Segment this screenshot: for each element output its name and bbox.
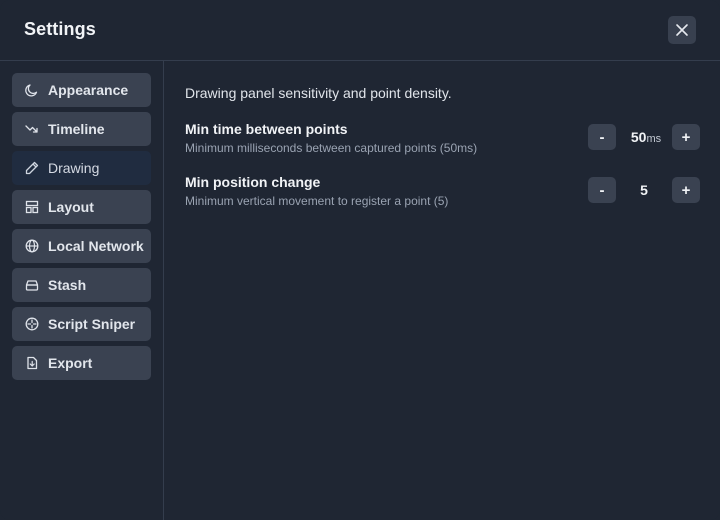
settings-dialog: Settings Appearance Timeline Drawing Lay…	[0, 0, 720, 520]
setting-subtitle: Minimum milliseconds between captured po…	[185, 141, 478, 155]
sidebar-item-timeline[interactable]: Timeline	[12, 112, 151, 146]
sidebar-item-layout[interactable]: Layout	[12, 190, 151, 224]
sidebar-item-script-sniper[interactable]: Script Sniper	[12, 307, 151, 341]
min-position-value: 5	[622, 182, 666, 198]
crosshair-icon	[24, 316, 40, 332]
sidebar-item-drawing[interactable]: Drawing	[12, 151, 151, 185]
dialog-title: Settings	[24, 19, 96, 39]
trend-down-icon	[24, 121, 40, 137]
min-position-decrement-button[interactable]: -	[588, 177, 616, 203]
moon-icon	[24, 82, 40, 98]
min-time-value: 50ms	[622, 129, 670, 145]
min-time-unit: ms	[646, 133, 662, 145]
sidebar-item-label: Local Network	[48, 238, 144, 254]
min-time-increment-button[interactable]: +	[672, 124, 700, 150]
setting-subtitle: Minimum vertical movement to register a …	[185, 194, 449, 208]
min-position-increment-button[interactable]: +	[672, 177, 700, 203]
sidebar-item-label: Appearance	[48, 82, 129, 98]
archive-icon	[24, 277, 40, 293]
pencil-icon	[24, 160, 40, 176]
setting-title: Min time between points	[185, 121, 348, 137]
sidebar-item-export[interactable]: Export	[12, 346, 151, 380]
min-time-value-number: 50	[630, 129, 647, 145]
setting-title: Min position change	[185, 174, 321, 190]
close-button[interactable]	[668, 16, 696, 44]
file-export-icon	[24, 355, 40, 371]
layout-icon	[24, 199, 40, 215]
sidebar-item-label: Drawing	[48, 160, 100, 176]
min-time-decrement-button[interactable]: -	[588, 124, 616, 150]
sidebar-item-appearance[interactable]: Appearance	[12, 73, 151, 107]
sidebar-item-label: Layout	[48, 199, 94, 215]
min-position-value-number: 5	[640, 182, 648, 198]
dialog-header: Settings	[0, 0, 720, 61]
sidebar-item-label: Timeline	[48, 121, 105, 137]
sidebar-item-label: Export	[48, 355, 93, 371]
sidebar-item-stash[interactable]: Stash	[12, 268, 151, 302]
close-icon	[676, 24, 688, 36]
globe-icon	[24, 238, 40, 254]
sidebar: Appearance Timeline Drawing Layout Local	[0, 61, 164, 520]
drawing-settings-panel: Drawing panel sensitivity and point dens…	[164, 61, 720, 520]
sidebar-item-local-network[interactable]: Local Network	[12, 229, 151, 263]
sidebar-item-label: Script Sniper	[48, 316, 136, 332]
sidebar-item-label: Stash	[48, 277, 87, 293]
panel-description: Drawing panel sensitivity and point dens…	[185, 85, 452, 101]
